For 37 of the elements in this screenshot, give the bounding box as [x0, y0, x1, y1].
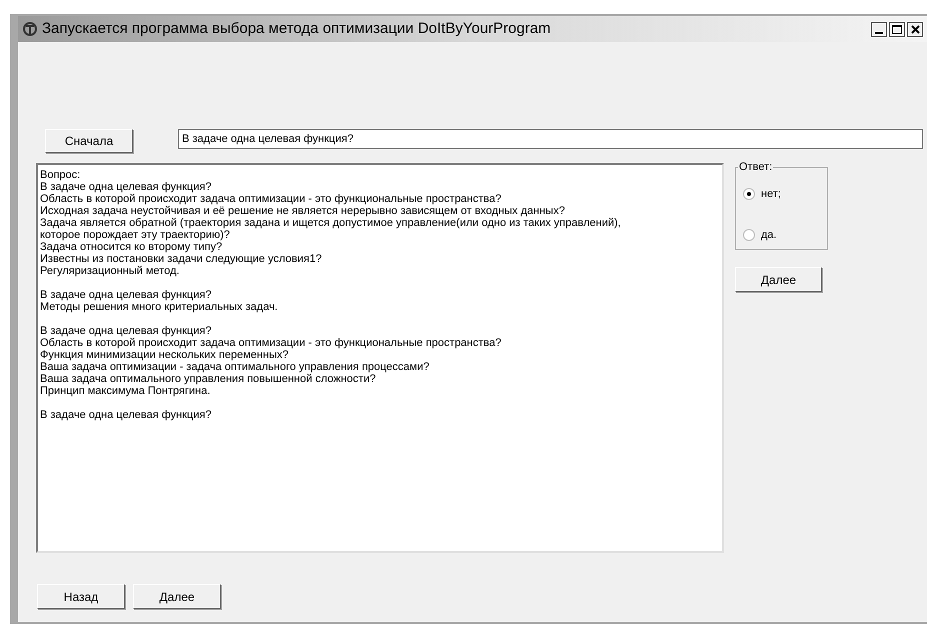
maximize-button[interactable] [889, 22, 905, 36]
log-line: В задаче одна целевая функция? [40, 325, 212, 337]
log-line: Исходная задача неустойчивая и её решение не является нерерывно зависящем от входных данных? [40, 205, 565, 217]
log-line: Ваша задача оптимального управления повышенной сложности? [40, 373, 376, 385]
minimize-icon [875, 32, 883, 34]
question-field[interactable]: В задаче одна целевая функция? [178, 129, 923, 149]
minimize-button[interactable] [871, 22, 887, 36]
close-button[interactable] [907, 22, 923, 36]
radio-button[interactable] [743, 188, 755, 200]
log-line: Область в которой происходит задача оптимизации - это функциональные пространства? [40, 337, 502, 349]
log-line: Задача относится ко второму типу? [40, 241, 222, 253]
window-title: Запускается программа выбора метода оптимизации DoItByYourProgram [42, 18, 551, 39]
log-line: Известны из постановки задачи следующие условия1? [40, 253, 322, 265]
maximize-icon [892, 24, 902, 34]
restart-button[interactable]: Сначала [45, 129, 133, 153]
radio-button[interactable] [743, 228, 755, 241]
log-line: Вопрос: [40, 169, 80, 181]
next-button[interactable]: Далее [735, 267, 822, 292]
log-line: Область в которой происходит задача оптимизации - это функциональные пространства? [40, 193, 502, 205]
group-label: Ответ: [738, 161, 774, 173]
back-button[interactable]: Назад [37, 584, 125, 609]
radio-label: да. [761, 228, 777, 242]
log-line: Задача является обратной (траектория задана и ищется допустимое управление(или одно из таких управлений), [40, 217, 621, 229]
log-line: Регуляризационный метод. [40, 265, 180, 277]
log-line: Принцип максимума Понтрягина. [40, 385, 210, 397]
log-line: Методы решения много критериальных задач. [40, 301, 278, 313]
close-icon [910, 24, 920, 34]
app-icon [22, 21, 38, 37]
log-line: которое порождает эту траекторию)? [40, 229, 230, 241]
log-line: В задаче одна целевая функция? [40, 181, 212, 193]
log-line: Ваша задача оптимизации - задача оптимального управления процессами? [40, 361, 430, 373]
log-line: Функция минимизации нескольких переменных? [40, 349, 288, 361]
radio-label: нет; [761, 187, 781, 202]
log-line: В задаче одна целевая функция? [40, 289, 212, 301]
log-line: В задаче одна целевая функция? [40, 409, 212, 421]
next-button[interactable]: Далее [133, 584, 221, 609]
log-textarea[interactable] [36, 163, 724, 553]
